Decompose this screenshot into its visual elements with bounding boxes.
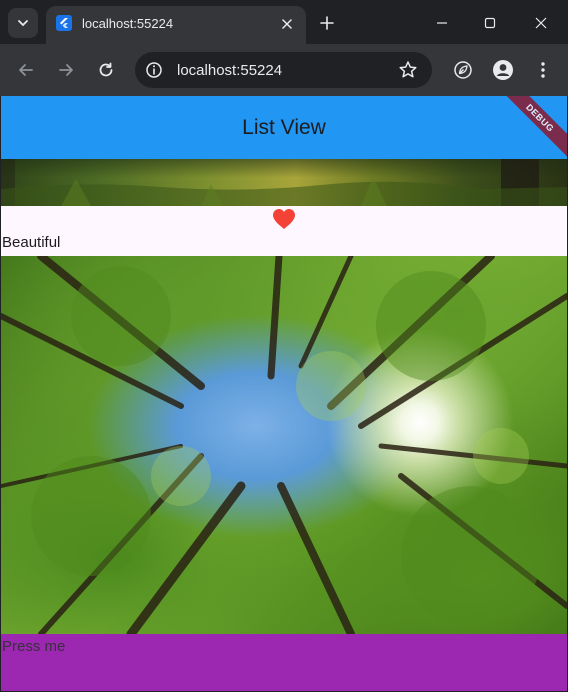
browser-window: localhost:55224 localhost:55224 List Vie… bbox=[0, 0, 568, 692]
tab-title: localhost:55224 bbox=[82, 16, 174, 31]
new-tab-plus-icon[interactable] bbox=[316, 12, 338, 34]
app-viewport: List View DEBUG Beautiful Press me bbox=[1, 96, 567, 691]
chevron-down-icon bbox=[18, 20, 28, 27]
app-bar: List View bbox=[1, 96, 567, 159]
tab-search-button[interactable] bbox=[8, 8, 38, 38]
app-bar-title: List View bbox=[242, 115, 326, 139]
back-arrow-icon[interactable] bbox=[14, 58, 38, 82]
bookmark-star-icon[interactable] bbox=[398, 60, 418, 80]
maximize-icon[interactable] bbox=[477, 10, 503, 36]
press-me-label: Press me bbox=[2, 638, 66, 655]
more-menu-icon[interactable] bbox=[531, 58, 555, 82]
browser-toolbar: localhost:55224 bbox=[0, 44, 568, 96]
tab-close-icon[interactable] bbox=[278, 15, 296, 33]
extension-leaf-icon[interactable] bbox=[451, 58, 475, 82]
minimize-icon[interactable] bbox=[429, 10, 455, 36]
browser-tab[interactable]: localhost:55224 bbox=[46, 6, 306, 44]
window-close-icon[interactable] bbox=[528, 10, 554, 36]
list-item-caption: Beautiful bbox=[2, 234, 61, 251]
heart-icon bbox=[273, 209, 295, 229]
list-item-heart bbox=[1, 206, 567, 232]
address-bar[interactable]: localhost:55224 bbox=[135, 52, 432, 88]
profile-avatar-icon[interactable] bbox=[491, 58, 515, 82]
flutter-favicon-icon bbox=[56, 15, 72, 31]
forward-arrow-icon[interactable] bbox=[54, 58, 78, 82]
press-me-button[interactable]: Press me bbox=[1, 634, 567, 691]
forest-floor-image bbox=[1, 159, 567, 206]
url-text: localhost:55224 bbox=[177, 62, 283, 79]
site-info-icon[interactable] bbox=[145, 61, 163, 79]
tab-strip: localhost:55224 bbox=[0, 0, 568, 44]
tree-canopy-image bbox=[1, 256, 567, 634]
reload-icon[interactable] bbox=[94, 58, 118, 82]
